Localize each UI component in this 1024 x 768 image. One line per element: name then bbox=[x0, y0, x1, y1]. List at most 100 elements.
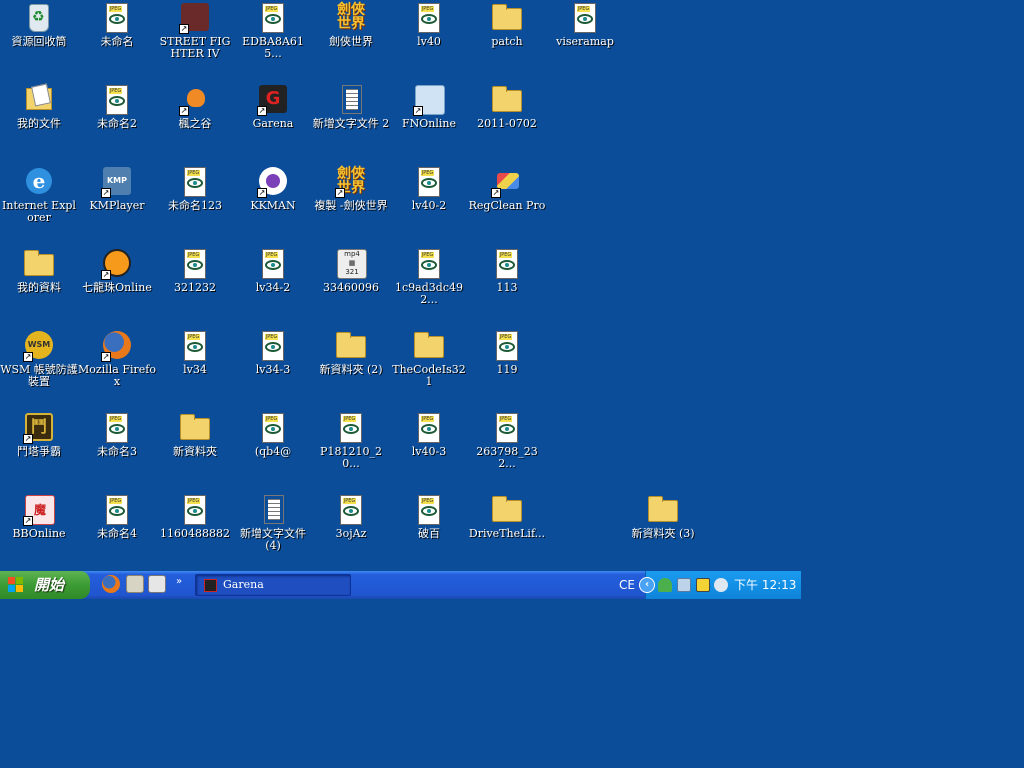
language-indicator[interactable]: CE bbox=[612, 571, 642, 599]
bbonline-icon: 魔 ↗ bbox=[23, 494, 55, 526]
folder-icon bbox=[647, 494, 679, 526]
desktop-icon-lv40[interactable]: JPEG lv40 bbox=[390, 0, 468, 80]
desktop-icon-pobai[interactable]: JPEG 破百 bbox=[390, 492, 468, 572]
desktop-icon-my-data[interactable]: 我的資料 bbox=[0, 246, 78, 326]
desktop-icon-bbonline[interactable]: 魔 ↗ BBOnline bbox=[0, 492, 78, 572]
icon-label: P181210_20... bbox=[320, 445, 382, 470]
desktop-icon-kkman[interactable]: ↗ KKMAN bbox=[234, 164, 312, 244]
icon-label: patch bbox=[491, 35, 523, 48]
xnview-image-icon: JPEG bbox=[413, 494, 445, 526]
system-tray: ‹ 下午 12:13 bbox=[639, 571, 801, 599]
desktop-icon-jianxia[interactable]: 劍俠 世界 劍俠世界 bbox=[312, 0, 390, 80]
desktop-icon-weimingming[interactable]: JPEG 未命名 bbox=[78, 0, 156, 80]
desktop-icon-321232[interactable]: JPEG 321232 bbox=[156, 246, 234, 326]
icon-label: lv40-2 bbox=[411, 199, 447, 212]
desktop-icon-new-folder[interactable]: 新資料夾 bbox=[156, 410, 234, 490]
icon-label: KMPlayer bbox=[89, 199, 145, 212]
xnview-image-icon: JPEG bbox=[179, 248, 211, 280]
desktop-icon-my-documents[interactable]: 我的文件 bbox=[0, 82, 78, 162]
icon-label: 新增文字文件 2 bbox=[312, 117, 390, 130]
desktop-icon-new-folder-2[interactable]: 新資料夾 (2) bbox=[312, 328, 390, 408]
desktop-icon-viseramap[interactable]: JPEG viseramap bbox=[546, 0, 624, 80]
folder-icon bbox=[413, 330, 445, 362]
folder-icon bbox=[491, 2, 523, 34]
desktop-icon-p181210[interactable]: JPEG P181210_20... bbox=[312, 410, 390, 490]
taskbar: 開始 » Garena CE ‹ 下午 12:13 bbox=[0, 571, 801, 599]
icon-label: lv40-3 bbox=[411, 445, 447, 458]
desktop-icon-fnonline[interactable]: ↗ FNOnline bbox=[390, 82, 468, 162]
xnview-image-icon: JPEG bbox=[101, 2, 133, 34]
desktop-icon-jianxia-copy[interactable]: 劍俠 世界 ↗ 複製 -劍俠世界 bbox=[312, 164, 390, 244]
desktop-icon-firefox[interactable]: ↗ Mozilla Firefox bbox=[78, 328, 156, 408]
desktop-icon-new-folder-3[interactable]: 新資料夾 (3) bbox=[624, 492, 702, 572]
desktop-icon-113[interactable]: JPEG 113 bbox=[468, 246, 546, 326]
network-connections-icon[interactable] bbox=[677, 578, 691, 592]
desktop-icon-thecodeis321[interactable]: TheCodeIs321 bbox=[390, 328, 468, 408]
icon-label: Mozilla Firefox bbox=[78, 363, 156, 388]
desktop-icon-lv40-2[interactable]: JPEG lv40-2 bbox=[390, 164, 468, 244]
icon-label: 資源回收筒 bbox=[11, 35, 67, 48]
desktop-icon-qb4[interactable]: JPEG (qb4@ bbox=[234, 410, 312, 490]
icon-label: 263798_232... bbox=[476, 445, 538, 470]
desktop-icon-maplestory[interactable]: ↗ 楓之谷 bbox=[156, 82, 234, 162]
desktop-icon-119[interactable]: JPEG 119 bbox=[468, 328, 546, 408]
security-alert-icon[interactable] bbox=[696, 578, 710, 592]
chevron-left-icon[interactable]: ‹ bbox=[639, 577, 655, 593]
desktop-icon-lv34[interactable]: JPEG lv34 bbox=[156, 328, 234, 408]
desktop-icon-patch[interactable]: patch bbox=[468, 0, 546, 80]
icon-label: 1160488882 bbox=[160, 527, 230, 540]
taskbar-button-garena[interactable]: Garena bbox=[195, 574, 351, 596]
desktop-icon-kmplayer[interactable]: KMP ↗ KMPlayer bbox=[78, 164, 156, 244]
desktop-icon-wsm[interactable]: WSM ↗ WSM 帳號防護裝置 bbox=[0, 328, 78, 408]
xnview-image-icon: JPEG bbox=[491, 248, 523, 280]
network-user-icon[interactable] bbox=[658, 578, 672, 592]
wsm-icon: WSM ↗ bbox=[23, 330, 55, 362]
icon-label: Garena bbox=[252, 117, 294, 130]
recycle-bin-icon bbox=[23, 2, 55, 34]
my-documents-icon bbox=[23, 84, 55, 116]
desktop-icon-recycle-bin[interactable]: 資源回收筒 bbox=[0, 0, 78, 80]
desktop-icon-weimingming3[interactable]: JPEG 未命名3 bbox=[78, 410, 156, 490]
desktop-icon-weimingming4[interactable]: JPEG 未命名4 bbox=[78, 492, 156, 572]
quick-launch-app-icon[interactable] bbox=[148, 575, 166, 593]
desktop-icon-lv40-3[interactable]: JPEG lv40-3 bbox=[390, 410, 468, 490]
firefox-icon[interactable] bbox=[102, 575, 120, 593]
icon-label: 我的資料 bbox=[17, 281, 61, 294]
icon-label: 劍俠世界 bbox=[329, 35, 373, 48]
dragonball-online-icon: ↗ bbox=[101, 248, 133, 280]
show-desktop-icon[interactable] bbox=[126, 575, 144, 593]
desktop-icon-dragonball-online[interactable]: ↗ 七龍珠Online bbox=[78, 246, 156, 326]
icon-label: KKMAN bbox=[250, 199, 296, 212]
text-document-icon bbox=[257, 494, 289, 526]
quick-launch-overflow[interactable]: » bbox=[176, 575, 182, 589]
desktop-icon-street-fighter[interactable]: ↗ STREET FIGHTER IV bbox=[156, 0, 234, 80]
icon-label: 新資料夾 bbox=[173, 445, 217, 458]
start-button[interactable]: 開始 bbox=[0, 571, 90, 599]
desktop-icon-internet-explorer[interactable]: e Internet Explorer bbox=[0, 164, 78, 244]
desktop-icon-doutazhengba[interactable]: 鬥 ↗ 鬥塔爭霸 bbox=[0, 410, 78, 490]
desktop-icon-drivethelif[interactable]: DriveTheLif... bbox=[468, 492, 546, 572]
desktop-icon-1160488882[interactable]: JPEG 1160488882 bbox=[156, 492, 234, 572]
desktop-icon-3ojaz[interactable]: JPEG 3ojAz bbox=[312, 492, 390, 572]
xnview-image-icon: JPEG bbox=[179, 494, 211, 526]
icon-label: DriveTheLif... bbox=[468, 527, 546, 540]
icon-label: WSM 帳號防護裝置 bbox=[0, 363, 78, 388]
desktop-icon-1c9ad3dc492[interactable]: JPEG 1c9ad3dc492... bbox=[390, 246, 468, 326]
xnview-image-icon: JPEG bbox=[413, 412, 445, 444]
icon-label: 119 bbox=[496, 363, 518, 376]
desktop-icon-regclean[interactable]: ↗ RegClean Pro bbox=[468, 164, 546, 244]
desktop-icon-263798[interactable]: JPEG 263798_232... bbox=[468, 410, 546, 490]
desktop-icon-2011-0702[interactable]: 2011-0702 bbox=[468, 82, 546, 162]
desktop-icon-lv34-2[interactable]: JPEG lv34-2 bbox=[234, 246, 312, 326]
street-fighter-icon: ↗ bbox=[179, 2, 211, 34]
desktop-icon-lv34-3[interactable]: JPEG lv34-3 bbox=[234, 328, 312, 408]
desktop-icon-edba8a615[interactable]: JPEG EDBA8A615... bbox=[234, 0, 312, 80]
desktop-icon-weimingming2[interactable]: JPEG 未命名2 bbox=[78, 82, 156, 162]
volume-icon[interactable] bbox=[714, 578, 728, 592]
desktop-icon-weimingming123[interactable]: JPEG 未命名123 bbox=[156, 164, 234, 244]
clock[interactable]: 下午 12:13 bbox=[734, 571, 796, 599]
desktop-icon-new-text-2[interactable]: 新增文字文件 2 bbox=[312, 82, 390, 162]
desktop-icon-33460096[interactable]: mp4 ▦ 321 33460096 bbox=[312, 246, 390, 326]
desktop-icon-garena[interactable]: G ↗ Garena bbox=[234, 82, 312, 162]
desktop-icon-new-text-4[interactable]: 新增文字文件 (4) bbox=[234, 492, 312, 572]
